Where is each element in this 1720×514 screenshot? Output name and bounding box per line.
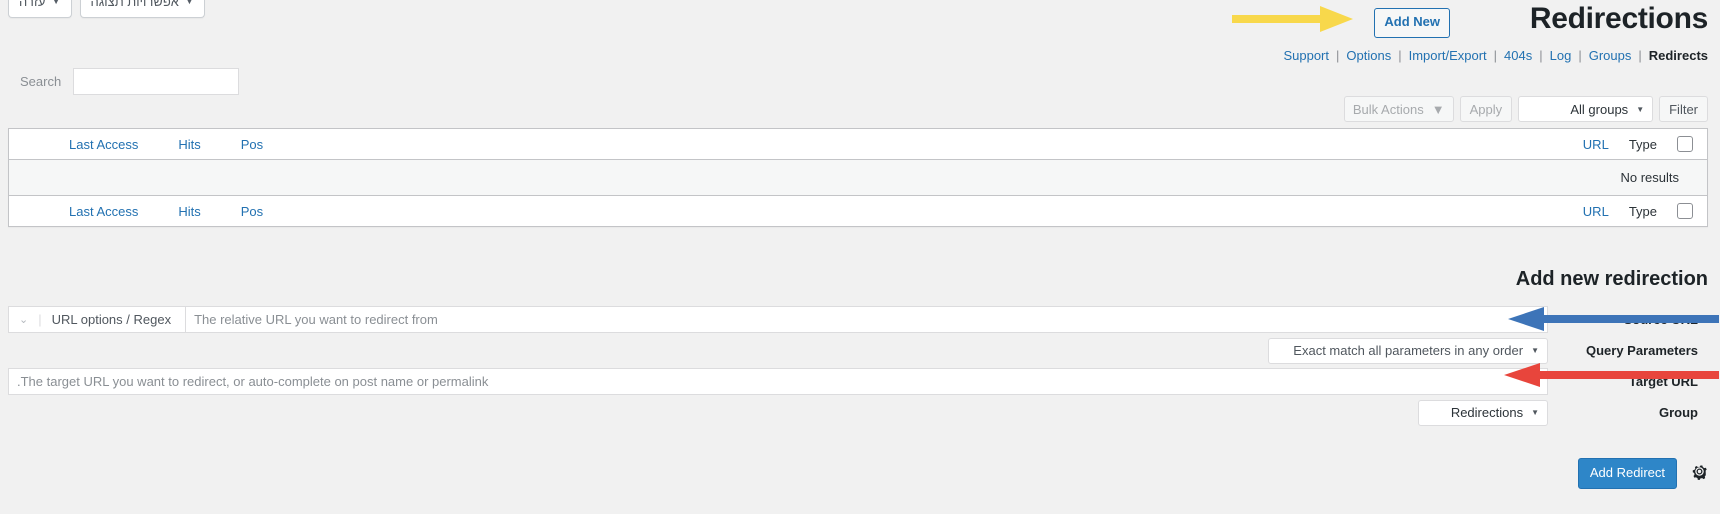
table-footer-left-cells: Last Access Hits Pos — [9, 204, 263, 219]
form-row-source-url: ⌄ | URL options / Regex The relative URL… — [8, 306, 1708, 333]
form-row-target-url: .The target URL you want to redirect, or… — [8, 368, 1708, 395]
column-url[interactable]: URL — [1583, 137, 1609, 152]
column-hits-footer[interactable]: Hits — [178, 204, 200, 219]
subnav-separator: | — [1493, 48, 1498, 63]
gear-icon[interactable] — [1691, 463, 1708, 483]
add-new-button[interactable]: Add New — [1374, 8, 1450, 38]
divider: | — [38, 312, 42, 327]
source-url-label: Source URL — [1623, 312, 1698, 327]
redirects-table: Last Access Hits Pos URL Type No results… — [8, 128, 1708, 227]
subnav-item-groups[interactable]: Groups — [1589, 48, 1632, 63]
chevron-down-icon: ▼ — [1431, 101, 1445, 117]
url-options-regex-button[interactable]: ⌄ | URL options / Regex — [8, 306, 187, 333]
subnav-separator: | — [1539, 48, 1543, 63]
filter-bar: ▼ Bulk Actions Apply ▼ All groups Filter — [1343, 96, 1708, 122]
target-url-field-wrap: .The target URL you want to redirect, or… — [8, 368, 1548, 395]
column-pos[interactable]: Pos — [241, 137, 263, 152]
source-url-input-group: ⌄ | URL options / Regex The relative URL… — [8, 306, 1548, 333]
subnav: Support | Options | Import/Export | 404s… — [1283, 48, 1708, 63]
subnav-separator: | — [1638, 48, 1642, 63]
table-header-left-cells: Last Access Hits Pos — [9, 137, 263, 152]
group-field-wrap: ▼ Redirections — [8, 399, 1548, 426]
subnav-item-redirects[interactable]: Redirects — [1649, 48, 1708, 63]
search-input[interactable] — [73, 68, 240, 95]
source-url-input[interactable]: The relative URL you want to redirect fr… — [186, 306, 1548, 333]
select-all-checkbox-footer[interactable] — [1677, 203, 1693, 219]
query-parameters-label: Query Parameters — [1585, 343, 1698, 358]
redirections-admin-page: ▼ עזרה ▼ אפשרויות תצוגה Redirections Add… — [0, 0, 1720, 514]
table-footer-row: Last Access Hits Pos URL Type — [9, 195, 1707, 226]
column-last-access-footer[interactable]: Last Access — [69, 204, 138, 219]
query-parameters-value: Exact match all parameters in any order — [1293, 343, 1524, 358]
subnav-item-404s[interactable]: 404s — [1504, 48, 1532, 63]
filter-button[interactable]: Filter — [1659, 96, 1708, 122]
groups-filter-select[interactable]: ▼ All groups — [1518, 96, 1654, 122]
query-parameters-select[interactable]: ▼ Exact match all parameters in any orde… — [1268, 337, 1548, 364]
column-type-footer: Type — [1628, 203, 1657, 219]
chevron-down-icon: ▼ — [1636, 104, 1645, 114]
add-new-redirection-heading: Add new redirection — [1515, 268, 1708, 290]
caret-down-icon: ▼ — [51, 0, 61, 6]
form-row-query-parameters: ▼ Exact match all parameters in any orde… — [8, 337, 1708, 364]
groups-filter-value: All groups — [1570, 101, 1629, 117]
no-results-message: No results — [1620, 170, 1679, 185]
column-hits[interactable]: Hits — [178, 137, 200, 152]
target-url-input[interactable]: .The target URL you want to redirect, or… — [8, 368, 1548, 395]
caret-down-icon: ▼ — [184, 0, 194, 6]
screen-options-tab-label: אפשרויות תצוגה — [90, 0, 179, 9]
search-label: Search — [20, 74, 62, 89]
form-row-group: ▼ Redirections Group — [8, 399, 1708, 426]
subnav-item-import-export[interactable]: Import/Export — [1409, 48, 1487, 63]
form-actions: Add Redirect — [1577, 458, 1708, 489]
table-header-row: Last Access Hits Pos URL Type — [9, 129, 1707, 160]
query-parameters-field-wrap: ▼ Exact match all parameters in any orde… — [8, 337, 1548, 364]
chevron-down-icon: ▼ — [1531, 408, 1539, 417]
source-url-field-wrap: ⌄ | URL options / Regex The relative URL… — [8, 306, 1548, 333]
chevron-down-icon: ⌄ — [19, 314, 29, 326]
help-tab[interactable]: ▼ עזרה — [8, 0, 72, 18]
add-redirect-button[interactable]: Add Redirect — [1577, 458, 1677, 489]
target-url-input-group: .The target URL you want to redirect, or… — [8, 368, 1548, 395]
url-options-regex-label: URL options / Regex — [51, 312, 172, 327]
target-url-label: Target URL — [1628, 374, 1698, 389]
chevron-down-icon: ▼ — [1531, 346, 1539, 355]
group-select-value: Redirections — [1450, 405, 1524, 420]
subnav-separator: | — [1578, 48, 1582, 63]
subnav-item-log[interactable]: Log — [1550, 48, 1572, 63]
column-type: Type — [1628, 136, 1657, 152]
column-last-access[interactable]: Last Access — [69, 137, 138, 152]
table-header-right-cells: URL Type — [1583, 136, 1707, 152]
subnav-item-support[interactable]: Support — [1283, 48, 1329, 63]
group-label: Group — [1659, 405, 1698, 420]
help-tab-label: עזרה — [19, 0, 46, 9]
yellow-arrow-annotation — [1232, 6, 1353, 32]
screen-options-tab[interactable]: ▼ אפשרויות תצוגה — [79, 0, 205, 18]
subnav-separator: | — [1398, 48, 1402, 63]
subnav-item-options[interactable]: Options — [1346, 48, 1391, 63]
table-footer-right-cells: URL Type — [1583, 203, 1707, 219]
subnav-separator: | — [1336, 48, 1340, 63]
apply-button[interactable]: Apply — [1459, 96, 1513, 122]
select-all-checkbox[interactable] — [1677, 136, 1693, 152]
bulk-actions-select[interactable]: ▼ Bulk Actions — [1343, 96, 1454, 122]
table-empty-row: No results — [9, 160, 1707, 195]
column-url-footer[interactable]: URL — [1583, 204, 1609, 219]
search-area: Search — [8, 68, 240, 95]
page-title: Redirections — [1529, 2, 1708, 35]
screen-meta-tabs: ▼ עזרה ▼ אפשרויות תצוגה — [8, 0, 205, 18]
column-pos-footer[interactable]: Pos — [241, 204, 263, 219]
bulk-actions-label: Bulk Actions — [1352, 101, 1424, 117]
add-redirection-form: ⌄ | URL options / Regex The relative URL… — [8, 306, 1708, 430]
group-select[interactable]: ▼ Redirections — [1418, 399, 1548, 426]
